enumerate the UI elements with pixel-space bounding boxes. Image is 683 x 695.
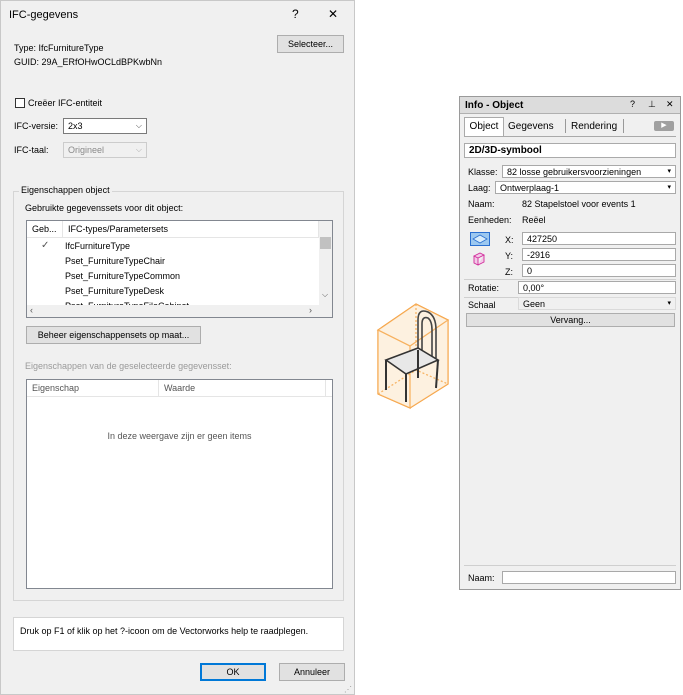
guid-line: GUID: 29A_ERfOHwOCLdBPKwbNn xyxy=(14,57,163,67)
cancel-button[interactable]: Annuleer xyxy=(279,663,345,681)
pin-icon[interactable]: ⊥ xyxy=(648,99,656,110)
tab-data[interactable]: Gegevens xyxy=(508,118,554,136)
units-value: Reëel xyxy=(522,215,546,225)
props-header-spacer xyxy=(326,380,332,397)
scrollbar-thumb[interactable] xyxy=(320,237,331,249)
x-label: X: xyxy=(505,235,514,245)
bounding-box-icon[interactable] xyxy=(472,252,486,266)
layer-label: Laag: xyxy=(468,183,491,193)
list-item[interactable]: Pset_FurnitureTypeDesk xyxy=(65,284,164,299)
vertical-scrollbar[interactable]: ⌵ xyxy=(319,221,332,305)
class-value: 82 losse gebruikersvoorzieningen xyxy=(507,167,642,177)
y-label: Y: xyxy=(505,251,514,261)
psets-header-types[interactable]: IFC-types/Parametersets xyxy=(63,221,319,238)
manage-psets-button[interactable]: Beheer eigenschappensets op maat... xyxy=(26,326,201,344)
help-text-box: Druk op F1 of klik op het ?-icoon om de … xyxy=(13,617,344,651)
psets-header-used[interactable]: Geb... xyxy=(27,221,63,238)
horizontal-scrollbar[interactable]: ‹ › xyxy=(27,305,332,317)
replace-button[interactable]: Vervang... xyxy=(466,313,675,327)
scale-select[interactable]: Geen ▾ xyxy=(518,297,676,310)
divider xyxy=(464,279,676,280)
help-icon[interactable]: ? xyxy=(292,7,299,21)
units-label: Eenheden: xyxy=(468,215,512,225)
z-label: Z: xyxy=(505,267,513,277)
position-mode-icon[interactable] xyxy=(470,232,490,246)
name-label: Naam: xyxy=(468,199,495,209)
layer-select[interactable]: Ontwerplaag-1 ▾ xyxy=(495,181,676,194)
x-field[interactable]: 427250 xyxy=(522,232,676,245)
ifc-dialog: IFC-gegevens ? ✕ Type: IfcFurnitureType … xyxy=(0,0,355,695)
check-icon: ✓ xyxy=(41,240,50,251)
close-icon[interactable]: ✕ xyxy=(666,99,674,110)
create-entity-checkbox[interactable] xyxy=(15,98,25,108)
ifc-language-value: Origineel xyxy=(68,145,105,155)
class-select[interactable]: 82 losse gebruikersvoorzieningen ▾ xyxy=(502,165,676,178)
type-line: Type: IfcFurnitureType xyxy=(14,43,104,53)
tab-divider xyxy=(565,119,566,133)
chair-symbol-icon[interactable] xyxy=(372,298,452,410)
props-list[interactable]: Eigenschap Waarde In deze weergave zijn … xyxy=(26,379,333,589)
empty-list-message: In deze weergave zijn er geen items xyxy=(107,431,252,441)
scale-value: Geen xyxy=(523,299,546,309)
list-item[interactable]: Pset_FurnitureTypeChair xyxy=(65,254,165,269)
dropdown-arrow-icon: ▾ xyxy=(667,168,671,175)
chevron-left-icon[interactable]: ‹ xyxy=(30,305,33,315)
rotation-field[interactable]: 0,00° xyxy=(518,281,676,294)
dropdown-arrow-icon: ▾ xyxy=(667,184,671,191)
divider xyxy=(464,565,676,566)
help-text: Druk op F1 of klik op het ?-icoon om de … xyxy=(20,626,309,636)
props-header-value[interactable]: Waarde xyxy=(159,380,326,397)
chevron-down-icon: ⌵ xyxy=(135,145,142,154)
class-label: Klasse: xyxy=(468,167,498,177)
select-button[interactable]: Selecteer... xyxy=(277,35,344,53)
help-icon[interactable]: ? xyxy=(630,99,635,109)
group-title: Eigenschappen object xyxy=(19,185,112,195)
object-type-header: 2D/3D-symbool xyxy=(464,143,676,158)
bottom-name-field[interactable] xyxy=(502,571,676,584)
scale-label: Schaal xyxy=(468,300,496,310)
rotation-label: Rotatie: xyxy=(468,283,500,293)
tab-divider xyxy=(623,119,624,133)
psets-list[interactable]: Geb... IFC-types/Parametersets ✓ IfcFurn… xyxy=(26,220,333,318)
layer-value: Ontwerplaag-1 xyxy=(500,183,560,193)
palette-title: Info - Object xyxy=(465,100,524,111)
ok-button[interactable]: OK xyxy=(200,663,266,681)
props-header-property[interactable]: Eigenschap xyxy=(27,380,159,397)
ifc-language-label: IFC-taal: xyxy=(14,145,49,155)
create-entity-label: Creëer IFC-entiteit xyxy=(28,98,103,108)
selected-props-label: Eigenschappen van de geselecteerde gegev… xyxy=(25,361,232,371)
dialog-title: IFC-gegevens xyxy=(9,9,79,21)
list-item[interactable]: IfcFurnitureType xyxy=(65,239,130,254)
palette-titlebar[interactable]: Info - Object ? ⊥ ✕ xyxy=(460,97,680,114)
resize-grip-icon[interactable]: ⋰ xyxy=(344,685,352,694)
tab-rendering[interactable]: Rendering xyxy=(571,118,617,136)
list-item[interactable]: Pset_FurnitureTypeCommon xyxy=(65,269,180,284)
name-value: 82 Stapelstoel voor events 1 xyxy=(522,199,636,209)
dropdown-arrow-icon: ▾ xyxy=(667,300,671,307)
z-field[interactable]: 0 xyxy=(522,264,676,277)
tab-menu-arrow-icon[interactable]: ▶ xyxy=(654,121,674,131)
tab-object[interactable]: Object xyxy=(464,117,504,136)
info-palette: Info - Object ? ⊥ ✕ Object Gegevens Rend… xyxy=(459,96,681,590)
psets-label: Gebruikte gegevenssets voor dit object: xyxy=(25,203,184,213)
ifc-version-select[interactable]: 2x3 ⌵ xyxy=(63,118,147,134)
tab-baseline xyxy=(464,136,676,137)
ifc-version-label: IFC-versie: xyxy=(14,121,59,131)
y-field[interactable]: -2916 xyxy=(522,248,676,261)
chevron-right-icon[interactable]: › xyxy=(309,305,312,315)
close-icon[interactable]: ✕ xyxy=(328,7,338,21)
ifc-version-value: 2x3 xyxy=(68,121,83,131)
ifc-language-select[interactable]: Origineel ⌵ xyxy=(63,142,147,158)
chevron-down-icon[interactable]: ⌵ xyxy=(322,290,328,300)
chevron-down-icon: ⌵ xyxy=(135,121,142,130)
bottom-name-label: Naam: xyxy=(468,573,495,583)
